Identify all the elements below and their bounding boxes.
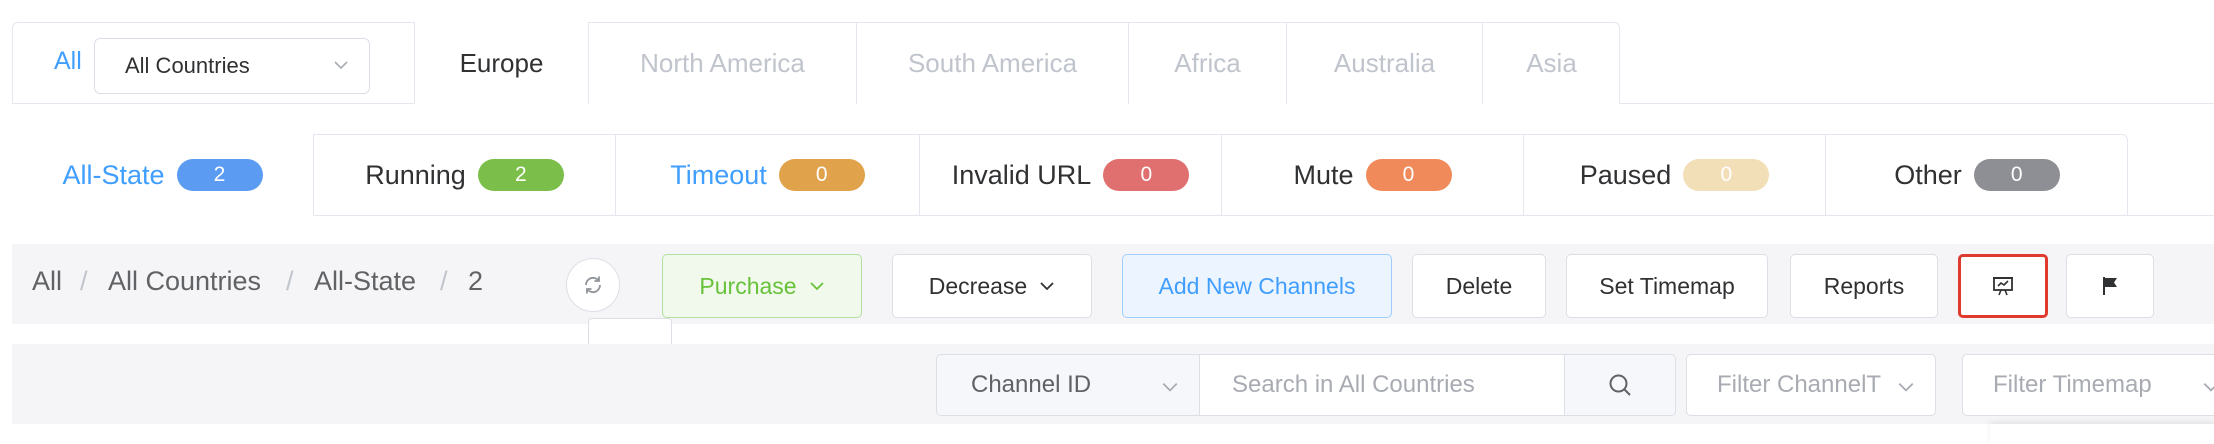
presentation-button[interactable]	[1958, 254, 2048, 318]
chevron-down-icon	[809, 282, 824, 291]
region-all-tab[interactable]: All	[54, 47, 82, 76]
breadcrumb-separator: /	[440, 266, 448, 296]
add-new-channels-button[interactable]: Add New Channels	[1122, 254, 1392, 318]
search-field-select[interactable]: Channel ID	[936, 354, 1200, 416]
count-badge: 0	[778, 159, 865, 191]
chevron-down-icon	[2203, 382, 2214, 392]
chevron-down-icon	[1040, 282, 1054, 291]
table-edge	[1990, 424, 2214, 444]
count-badge: 2	[176, 159, 263, 191]
tab-label: Other	[1894, 159, 1962, 190]
collapsed-tab[interactable]	[588, 318, 672, 344]
chevron-down-icon	[1162, 382, 1178, 392]
filter-timemap-placeholder: Filter Timemap	[1993, 371, 2152, 398]
filter-channel-type-placeholder: Filter ChannelT	[1717, 371, 1882, 398]
breadcrumb-count: 2	[468, 266, 484, 296]
breadcrumb-separator: /	[286, 266, 294, 296]
tab-region-south-america[interactable]: South America	[857, 22, 1129, 104]
search-icon	[1609, 374, 1631, 396]
set-timemap-button[interactable]: Set Timemap	[1566, 254, 1768, 318]
search-placeholder: Search in All Countries	[1232, 371, 1475, 398]
chevron-down-icon	[334, 61, 348, 70]
tab-label: Invalid URL	[951, 159, 1092, 190]
count-badge: 0	[1683, 159, 1770, 191]
count-badge: 0	[1973, 159, 2060, 191]
purchase-label: Purchase	[699, 272, 797, 299]
tab-label: Paused	[1579, 159, 1672, 190]
decrease-dropdown[interactable]: Decrease	[892, 254, 1092, 318]
tab-state-other[interactable]: Other 0	[1826, 134, 2128, 216]
tab-state-timeout[interactable]: Timeout 0	[616, 134, 920, 216]
tab-region-north-america[interactable]: North America	[589, 22, 857, 104]
search-field-value: Channel ID	[971, 371, 1092, 398]
filter-timemap-select[interactable]: Filter Timemap	[1962, 354, 2214, 416]
tab-label: All-State	[62, 159, 165, 190]
tab-region-asia[interactable]: Asia	[1483, 22, 1620, 104]
tab-state-running[interactable]: Running 2	[314, 134, 616, 216]
presentation-board-icon	[1993, 277, 2013, 296]
filter-channel-type-select[interactable]: Filter ChannelT	[1686, 354, 1936, 416]
delete-button[interactable]: Delete	[1412, 254, 1546, 318]
tab-region-africa[interactable]: Africa	[1129, 22, 1287, 104]
tab-label: Timeout	[670, 159, 767, 190]
count-badge: 2	[477, 159, 564, 191]
purchase-dropdown[interactable]: Purchase	[662, 254, 862, 318]
region-tabs-baseline	[12, 103, 416, 104]
breadcrumb-separator: /	[80, 266, 88, 296]
refresh-button[interactable]	[566, 258, 620, 312]
breadcrumb-all[interactable]: All	[32, 266, 62, 297]
count-badge: 0	[1103, 159, 1190, 191]
country-select-value: All Countries	[125, 53, 250, 78]
refresh-icon	[585, 276, 601, 294]
count-badge: 0	[1365, 159, 1452, 191]
tab-state-paused[interactable]: Paused 0	[1524, 134, 1826, 216]
region-tabs-baseline	[1620, 103, 2214, 104]
search-button[interactable]	[1564, 354, 1676, 416]
tab-label: Running	[365, 159, 466, 190]
search-input[interactable]: Search in All Countries	[1199, 354, 1565, 416]
tab-state-invalid-url[interactable]: Invalid URL 0	[920, 134, 1222, 216]
tab-state-mute[interactable]: Mute 0	[1222, 134, 1524, 216]
flag-button[interactable]	[2066, 254, 2154, 318]
tab-label: Mute	[1293, 159, 1354, 190]
country-select[interactable]: All Countries	[94, 38, 370, 94]
tab-region-europe[interactable]: Europe	[415, 22, 589, 104]
flag-icon	[2103, 277, 2117, 295]
breadcrumb-countries[interactable]: All Countries	[108, 266, 261, 297]
reports-button[interactable]: Reports	[1790, 254, 1938, 318]
tab-region-australia[interactable]: Australia	[1287, 22, 1483, 104]
tab-state-all[interactable]: All-State 2	[12, 134, 314, 216]
chevron-down-icon	[1898, 382, 1914, 392]
breadcrumb-state[interactable]: All-State	[314, 266, 416, 297]
decrease-label: Decrease	[928, 272, 1028, 299]
